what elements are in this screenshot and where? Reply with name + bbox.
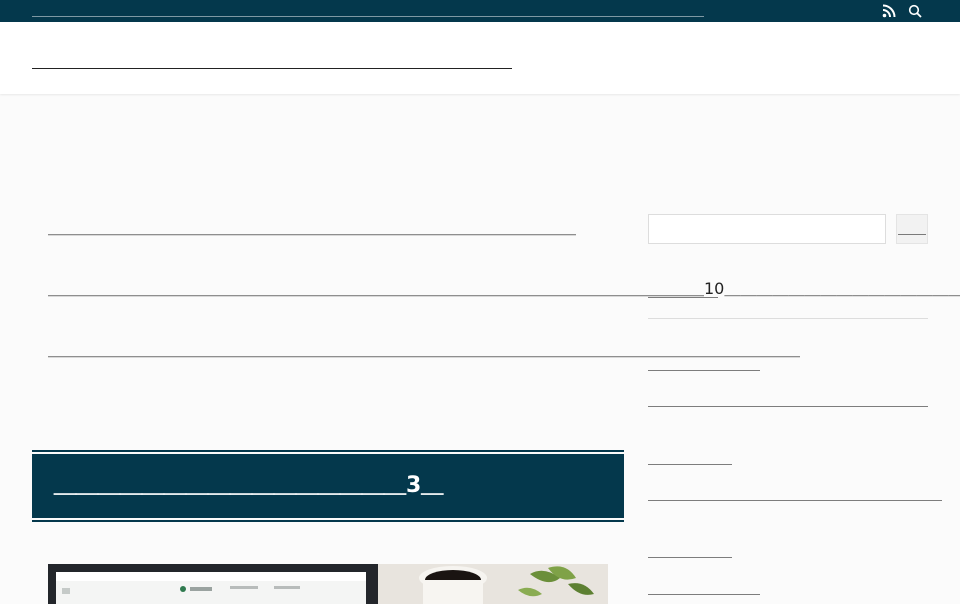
search-button[interactable]: ＿＿ [896,214,928,244]
sidebar-item-label: ＿＿＿＿＿＿ [648,451,732,467]
top-bar: ＿＿＿＿＿＿＿＿＿＿＿＿＿＿＿＿＿＿＿＿＿＿＿＿＿＿＿＿＿＿＿＿＿＿＿＿＿＿＿＿… [0,0,960,22]
sidebar-item-link[interactable]: ＿＿＿＿＿＿＿＿ [648,581,760,597]
sidebar-item-label: ＿＿＿＿＿＿＿＿ [648,357,760,373]
section-heading-box: ＿＿＿＿＿＿＿＿＿＿＿＿＿＿＿＿3＿ [32,450,624,522]
top-bar-icons [882,3,922,18]
sidebar-item-link[interactable]: ＿＿＿＿＿＿＿＿＿＿＿＿＿＿＿＿＿＿＿＿＿ [648,487,942,503]
featured-image [48,564,608,604]
site-header: ＿＿＿＿＿＿＿＿＿＿＿＿＿＿＿＿＿＿＿＿ [0,22,960,94]
sidebar-item-link[interactable]: ＿＿＿＿＿＿＿＿＿＿＿＿＿＿＿＿＿＿＿＿ [648,393,928,409]
search-icon[interactable] [908,3,922,18]
sidebar-item-label: ＿＿＿＿＿＿ [648,544,732,560]
rss-icon[interactable] [882,3,896,18]
site-tagline: ＿＿＿＿＿＿＿＿＿＿＿＿＿＿＿＿＿＿＿＿＿＿＿＿＿＿＿＿＿＿＿＿＿＿＿＿＿＿＿＿… [32,4,705,18]
body-paragraph: ＿＿＿＿＿＿＿＿＿＿＿＿＿＿＿＿＿＿＿＿＿＿＿＿＿＿＿＿＿＿＿＿＿ [48,218,577,237]
sidebar-heading: ＿＿＿＿＿ [648,284,928,319]
site-title[interactable]: ＿＿＿＿＿＿＿＿＿＿＿＿＿＿＿＿＿＿＿＿ [32,44,512,72]
search-input[interactable] [648,214,886,244]
section-heading-band: ＿＿＿＿＿＿＿＿＿＿＿＿＿＿＿＿3＿ [32,454,624,518]
section-heading: ＿＿＿＿＿＿＿＿＿＿＿＿＿＿＿＿3＿ [54,473,444,498]
